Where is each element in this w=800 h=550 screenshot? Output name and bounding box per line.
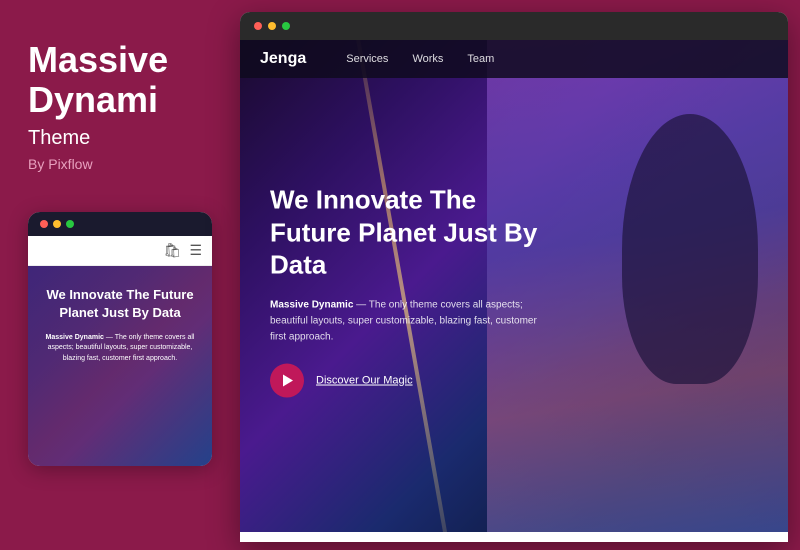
mobile-description: Massive Dynamic — The only theme covers … <box>42 333 198 365</box>
dot-red <box>40 220 48 228</box>
browser-dot-yellow <box>268 22 276 30</box>
right-panel: Jenga Services Works Team We Innovate Th… <box>240 0 800 550</box>
nav-link-works[interactable]: Works <box>412 53 443 65</box>
site-logo: Jenga <box>260 50 306 68</box>
cart-icon: 🛍 <box>164 242 182 259</box>
browser-dot-green <box>282 22 290 30</box>
theme-by: By Pixflow <box>28 156 212 172</box>
play-icon <box>283 374 293 386</box>
play-button[interactable] <box>270 363 304 397</box>
browser-content: Jenga Services Works Team We Innovate Th… <box>240 40 788 532</box>
hero-cta: Discover Our Magic <box>270 363 555 397</box>
mobile-preview-content: We Innovate The Future Planet Just By Da… <box>28 266 212 466</box>
hero-title: We Innovate The Future Planet Just By Da… <box>270 184 555 282</box>
hero-description: Massive Dynamic — The only theme covers … <box>270 297 555 345</box>
dot-yellow <box>53 220 61 228</box>
nav-link-services[interactable]: Services <box>346 53 388 65</box>
browser-window: Jenga Services Works Team We Innovate Th… <box>240 12 788 542</box>
mobile-preview-card: 🛍 ☰ We Innovate The Future Planet Just B… <box>28 212 212 466</box>
hero-content: We Innovate The Future Planet Just By Da… <box>270 184 555 398</box>
theme-title: Massive Dynami <box>28 40 212 119</box>
browser-dot-red <box>254 22 262 30</box>
browser-chrome <box>240 12 788 40</box>
nav-link-team[interactable]: Team <box>467 53 494 65</box>
site-nav: Jenga Services Works Team <box>240 40 788 78</box>
dot-green <box>66 220 74 228</box>
mobile-preview-header <box>28 212 212 236</box>
theme-subtitle: Theme <box>28 127 212 150</box>
cta-link[interactable]: Discover Our Magic <box>316 374 413 386</box>
mobile-preview-nav: 🛍 ☰ <box>28 236 212 266</box>
left-panel: Massive Dynami Theme By Pixflow 🛍 ☰ We I… <box>0 0 240 550</box>
mobile-hero-text: We Innovate The Future Planet Just By Da… <box>42 286 198 322</box>
menu-icon: ☰ <box>189 242 202 259</box>
